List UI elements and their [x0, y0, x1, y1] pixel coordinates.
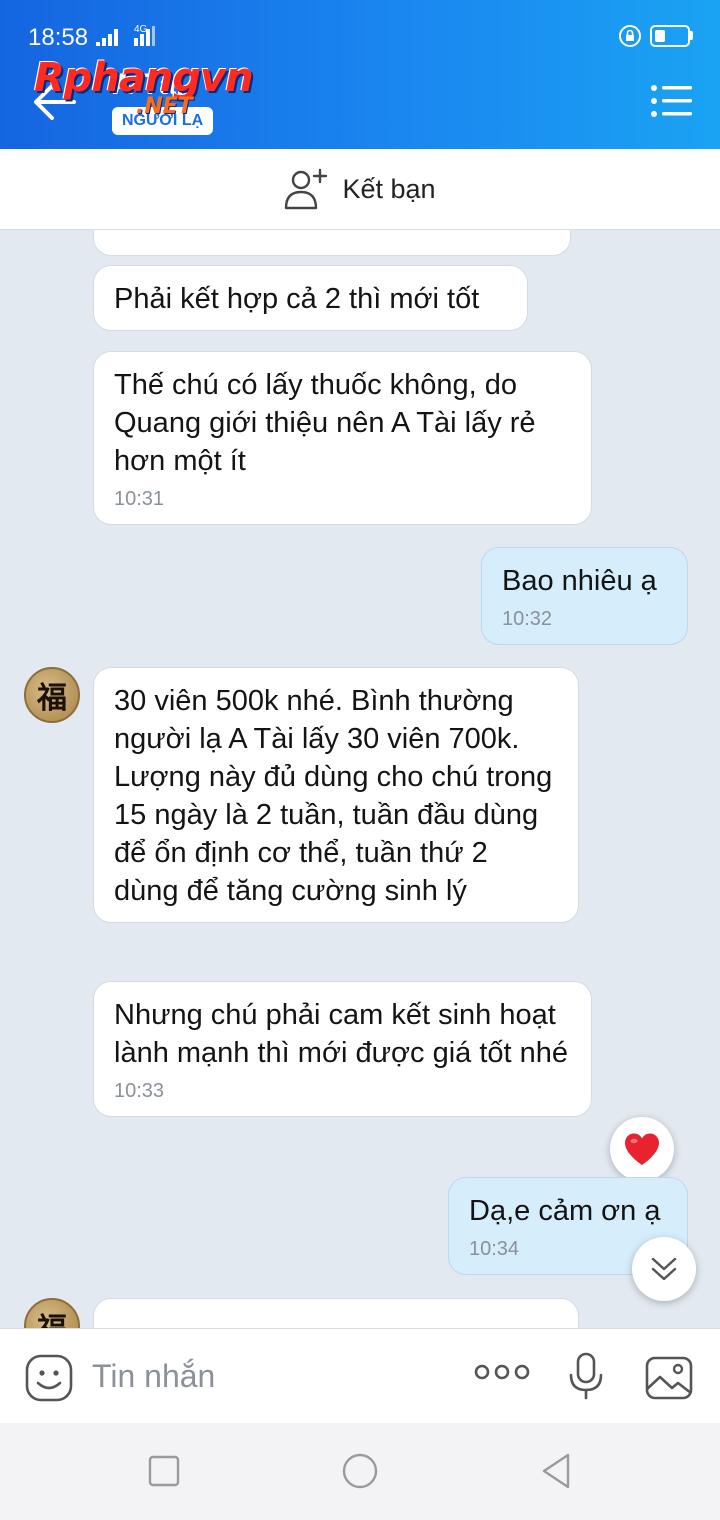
message-input[interactable] — [92, 1353, 452, 1399]
message-list[interactable]: Phải kết hợp cả 2 thì mới tốt Thế chú có… — [0, 230, 720, 1328]
back-triangle-icon[interactable] — [538, 1451, 574, 1491]
avatar[interactable]: 福 — [24, 1298, 80, 1328]
message-bubble[interactable]: 30 viên 500k nhé. Bình thường người lạ A… — [93, 667, 579, 923]
message-text: Nhưng chú phải cam kết sinh hoạt lành mạ… — [114, 999, 569, 1069]
home-icon[interactable] — [340, 1451, 380, 1491]
app-header: 18:58 4G A Tài NGƯỜI LẠ Rphangvn .NET — [0, 0, 720, 149]
rotation-lock-icon — [619, 25, 641, 47]
add-friend-button[interactable]: Kết bạn — [0, 149, 720, 230]
message-bubble-mine[interactable]: Bao nhiêu ạ 10:32 — [481, 547, 688, 645]
hamburger-menu-icon[interactable] — [650, 84, 694, 118]
avatar[interactable]: 福 — [24, 667, 80, 723]
heart-icon — [625, 1133, 659, 1165]
battery-tip — [690, 31, 693, 40]
add-friend-label: Kết bạn — [342, 173, 436, 204]
message-bubble[interactable]: Thế chú có lấy thuốc không, do Quang giớ… — [93, 351, 592, 525]
network-type: 4G — [134, 24, 148, 35]
microphone-icon[interactable] — [566, 1351, 606, 1401]
add-person-icon — [285, 168, 328, 210]
emoji-icon[interactable] — [24, 1353, 74, 1403]
message-text: Bao nhiêu ạ — [502, 565, 657, 597]
message-bubble[interactable] — [93, 1298, 579, 1328]
battery-icon — [650, 25, 690, 47]
message-input-bar — [0, 1328, 720, 1423]
message-time: 10:31 — [114, 488, 165, 510]
more-dots-icon[interactable] — [474, 1361, 530, 1383]
recent-apps-icon[interactable] — [148, 1451, 180, 1491]
message-text: Thế chú có lấy thuốc không, do Quang giớ… — [114, 369, 536, 477]
message-bubble[interactable] — [93, 230, 571, 256]
message-time: 10:32 — [502, 608, 553, 630]
status-time: 18:58 — [28, 24, 89, 51]
message-text: 30 viên 500k nhé. Bình thường người lạ A… — [114, 685, 553, 907]
scroll-to-bottom-button[interactable] — [632, 1237, 696, 1301]
chevron-double-down-icon — [651, 1257, 677, 1281]
message-bubble[interactable]: Nhưng chú phải cam kết sinh hoạt lành mạ… — [93, 981, 592, 1117]
system-navigation-bar — [0, 1423, 720, 1520]
reaction-button[interactable] — [610, 1117, 674, 1181]
message-text: Phải kết hợp cả 2 thì mới tốt — [114, 283, 480, 315]
message-bubble[interactable]: Phải kết hợp cả 2 thì mới tốt — [93, 265, 528, 331]
image-icon[interactable] — [644, 1355, 694, 1401]
message-text: Dạ,e cảm ơn ạ — [469, 1195, 661, 1227]
watermark-suffix: .NET — [136, 94, 193, 119]
message-time: 10:33 — [114, 1080, 165, 1102]
